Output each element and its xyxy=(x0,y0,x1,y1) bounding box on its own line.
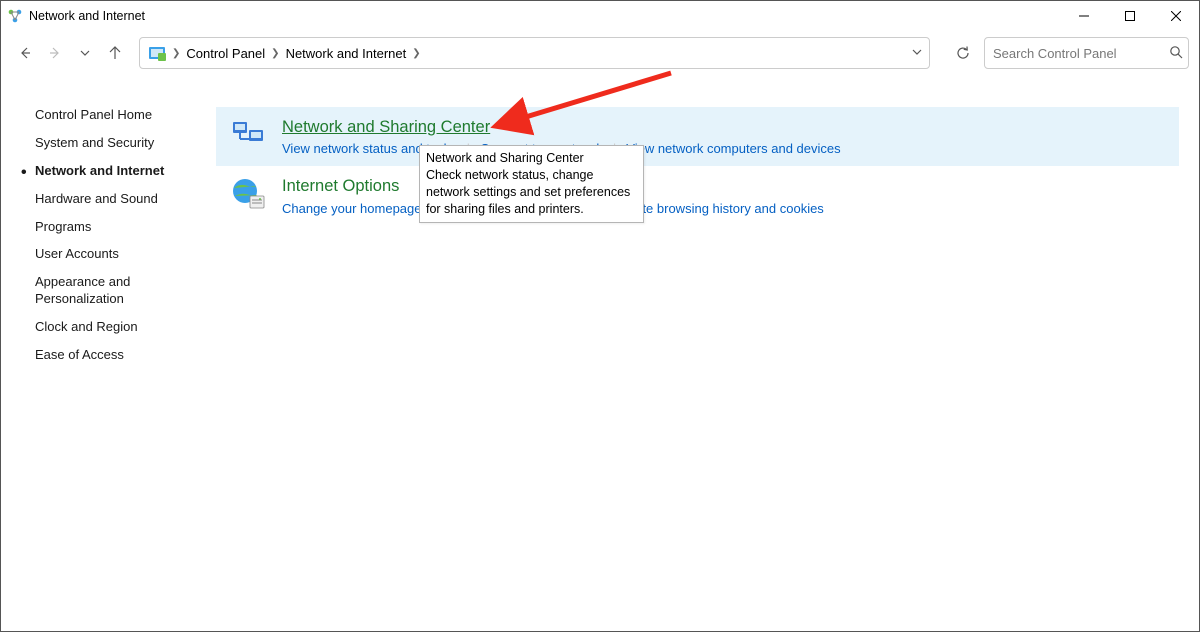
window-controls xyxy=(1061,1,1199,31)
network-sharing-icon xyxy=(230,117,266,153)
category-network-sharing: Network and Sharing Center View network … xyxy=(216,107,1179,166)
sidebar-item-programs[interactable]: Programs xyxy=(35,219,216,236)
close-button[interactable] xyxy=(1153,1,1199,31)
search-input[interactable] xyxy=(993,46,1169,61)
sidebar-item-network-internet[interactable]: Network and Internet xyxy=(35,163,216,180)
address-bar[interactable]: ❯ Control Panel ❯ Network and Internet ❯ xyxy=(139,37,930,69)
refresh-button[interactable] xyxy=(948,38,978,68)
chevron-right-icon: ❯ xyxy=(271,48,279,59)
maximize-button[interactable] xyxy=(1107,1,1153,31)
view-network-devices-link[interactable]: View network computers and devices xyxy=(626,141,840,156)
category-internet-options: Internet Options Change your homepage|Ma… xyxy=(216,166,1179,225)
back-button[interactable] xyxy=(11,39,39,67)
sidebar-item-hardware-sound[interactable]: Hardware and Sound xyxy=(35,191,216,208)
chevron-down-icon[interactable] xyxy=(911,46,923,61)
window-title: Network and Internet xyxy=(29,9,1061,23)
breadcrumb-segment[interactable]: Network and Internet xyxy=(286,46,407,61)
main-content: Network and Sharing Center View network … xyxy=(216,107,1199,631)
titlebar: Network and Internet xyxy=(1,1,1199,31)
chevron-right-icon: ❯ xyxy=(172,48,180,59)
sidebar-item-appearance-personalization[interactable]: Appearance and Personalization xyxy=(35,274,216,308)
sidebar-item-user-accounts[interactable]: User Accounts xyxy=(35,246,216,263)
sidebar-item-ease-of-access[interactable]: Ease of Access xyxy=(35,347,216,364)
sidebar-item-home[interactable]: Control Panel Home xyxy=(35,107,216,124)
internet-options-link[interactable]: Internet Options xyxy=(282,176,399,197)
change-homepage-link[interactable]: Change your homepage xyxy=(282,201,422,216)
search-box[interactable] xyxy=(984,37,1189,69)
breadcrumb-root[interactable]: Control Panel xyxy=(186,46,265,61)
minimize-button[interactable] xyxy=(1061,1,1107,31)
network-icon xyxy=(7,8,23,24)
tooltip: Network and Sharing Center Check network… xyxy=(419,145,644,223)
recent-locations-dropdown[interactable] xyxy=(71,39,99,67)
tooltip-body: Check network status, change network set… xyxy=(426,167,637,218)
internet-options-icon xyxy=(230,176,266,212)
forward-button[interactable] xyxy=(41,39,69,67)
toolbar: ❯ Control Panel ❯ Network and Internet ❯ xyxy=(1,31,1199,75)
delete-history-link[interactable]: Delete browsing history and cookies xyxy=(616,201,824,216)
sidebar: Control Panel Home System and Security N… xyxy=(1,107,216,631)
sidebar-item-system-security[interactable]: System and Security xyxy=(35,135,216,152)
up-button[interactable] xyxy=(101,39,129,67)
sidebar-item-clock-region[interactable]: Clock and Region xyxy=(35,319,216,336)
network-sharing-center-link[interactable]: Network and Sharing Center xyxy=(282,117,490,138)
search-icon[interactable] xyxy=(1169,45,1183,62)
tooltip-title: Network and Sharing Center xyxy=(426,150,637,167)
chevron-right-icon: ❯ xyxy=(412,48,420,59)
control-panel-icon xyxy=(148,44,166,62)
